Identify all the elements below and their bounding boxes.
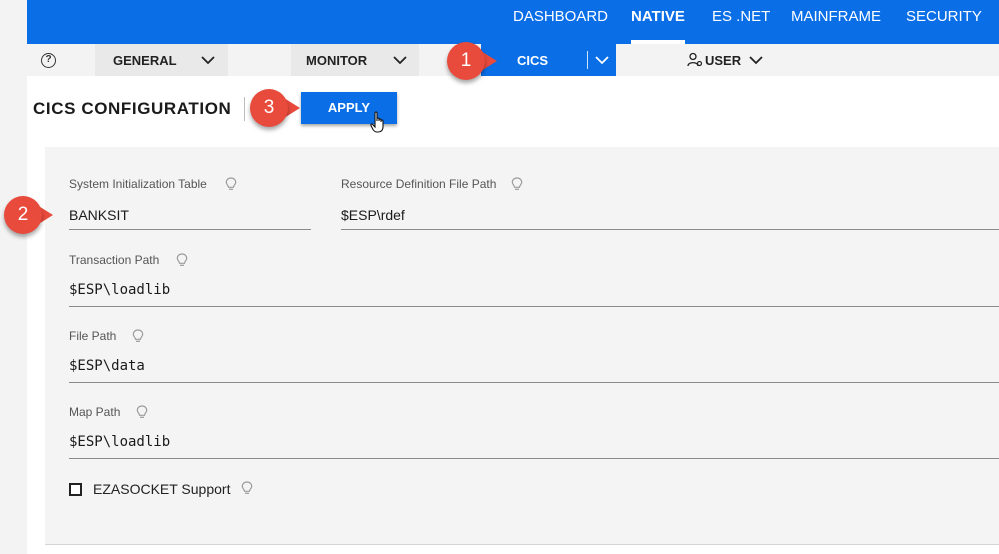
help-icon[interactable]: ? [41, 53, 56, 68]
menu-monitor-label: MONITOR [306, 53, 368, 68]
chevron-down-icon [201, 56, 215, 65]
callout-badge-1: 1 [447, 42, 485, 80]
nav-dashboard[interactable]: DASHBOARD [513, 0, 608, 44]
left-margin [0, 0, 27, 554]
page-title: CICS CONFIGURATION [33, 99, 232, 118]
transaction-path-underline [69, 306, 999, 307]
nav-mainframe[interactable]: MAINFRAME [791, 0, 881, 44]
lightbulb-hint-icon[interactable] [176, 253, 188, 268]
menu-user-label: USER [705, 53, 742, 68]
lightbulb-hint-icon[interactable] [136, 405, 148, 420]
menu-cics-divider [587, 51, 588, 69]
sit-input[interactable]: BANKSIT [69, 207, 129, 223]
map-path-underline [69, 458, 999, 459]
menu-general-label: GENERAL [113, 53, 177, 68]
nav-security[interactable]: SECURITY [906, 0, 982, 44]
chevron-down-icon [393, 56, 407, 65]
title-divider [244, 97, 245, 121]
chevron-down-icon [749, 56, 763, 65]
sit-label: System Initialization Table [69, 177, 207, 191]
rdef-label: Resource Definition File Path [341, 177, 497, 191]
sit-underline [69, 229, 311, 230]
menu-general[interactable]: GENERAL [95, 44, 228, 76]
map-path-input[interactable]: $ESP\loadlib [69, 434, 170, 450]
menu-cics-label: CICS [517, 53, 549, 68]
ezasocket-label: EZASOCKET Support [93, 481, 231, 497]
menu-monitor[interactable]: MONITOR [291, 44, 419, 76]
chevron-down-icon[interactable] [595, 51, 609, 69]
lightbulb-hint-icon[interactable] [132, 329, 144, 344]
transaction-path-input[interactable]: $ESP\loadlib [69, 282, 170, 298]
hand-cursor-icon [370, 111, 384, 133]
lightbulb-hint-icon[interactable] [241, 481, 253, 496]
callout-badge-2: 2 [4, 196, 42, 234]
lightbulb-hint-icon[interactable] [511, 177, 523, 192]
user-settings-icon [687, 52, 703, 67]
ezasocket-checkbox[interactable] [69, 483, 82, 496]
map-path-label: Map Path [69, 405, 121, 419]
nav-es-net[interactable]: ES .NET [712, 0, 770, 44]
rdef-underline [341, 229, 999, 230]
menu-cics[interactable]: CICS [481, 44, 616, 76]
top-navigation-bar: DASHBOARD NATIVE ES .NET MAINFRAME SECUR… [27, 0, 999, 44]
file-path-label: File Path [69, 329, 117, 343]
lightbulb-hint-icon[interactable] [225, 177, 237, 192]
transaction-path-label: Transaction Path [69, 253, 160, 267]
file-path-input[interactable]: $ESP\data [69, 358, 145, 374]
secondary-navigation-bar: ? GENERAL MONITOR CICS USER [27, 44, 999, 76]
file-path-underline [69, 382, 999, 383]
nav-native[interactable]: NATIVE [631, 0, 685, 44]
rdef-input[interactable]: $ESP\rdef [341, 207, 405, 223]
menu-user[interactable]: USER [687, 44, 777, 76]
configuration-form: System Initialization Table BANKSIT Reso… [45, 147, 999, 545]
callout-badge-3: 3 [250, 89, 288, 127]
